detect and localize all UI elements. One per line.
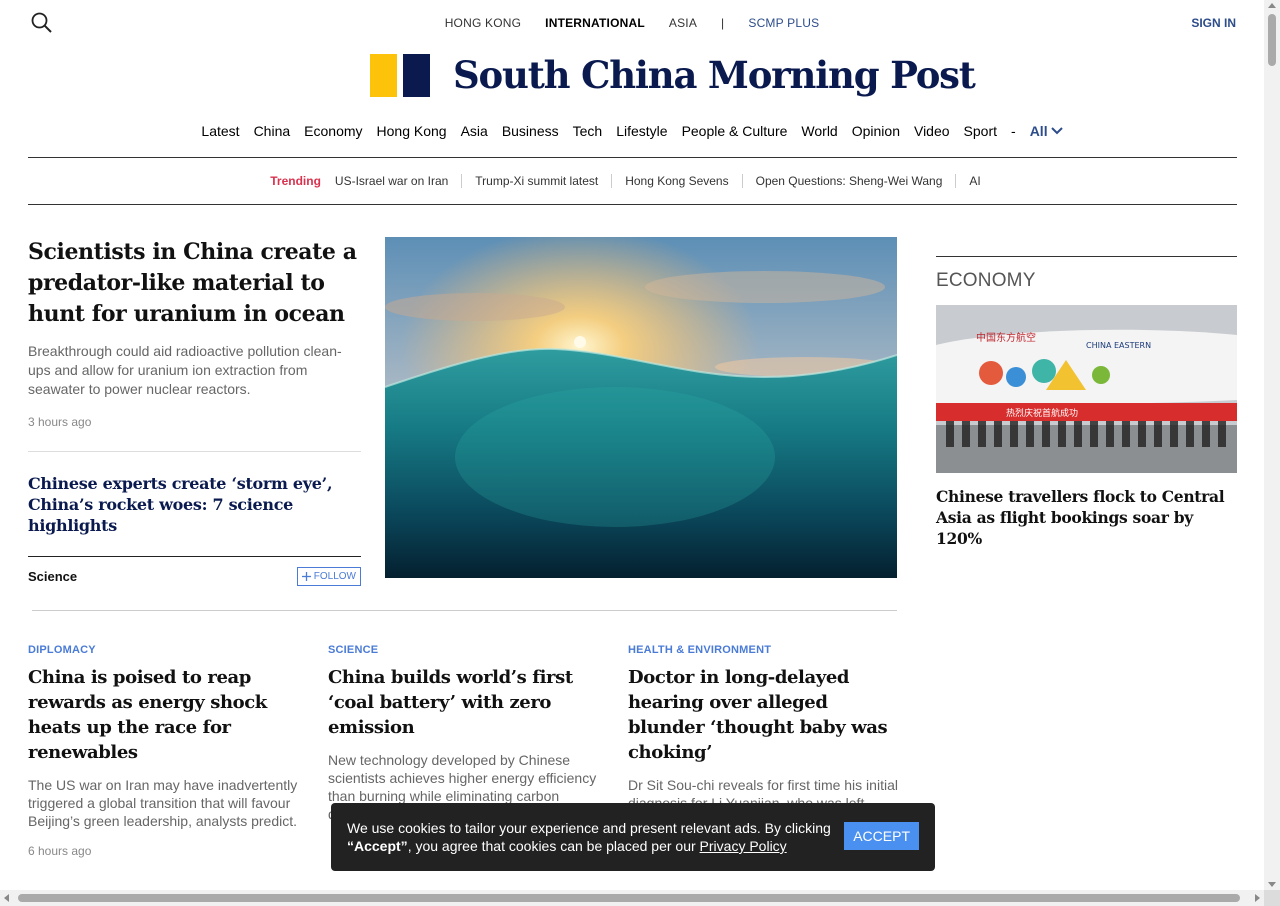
accept-cookies-button[interactable]: ACCEPT [844, 822, 919, 850]
topic-divider [28, 556, 361, 557]
trending-item[interactable]: Hong Kong Sevens [612, 174, 743, 188]
trending-divider-bottom [28, 204, 1237, 205]
edition-separator: | [721, 16, 725, 30]
card-section-label[interactable]: SCIENCE [328, 644, 598, 656]
vertical-scroll-thumb[interactable] [1268, 14, 1276, 66]
logo-navy-block [403, 53, 430, 97]
privacy-policy-link[interactable]: Privacy Policy [700, 838, 787, 854]
nav-item-asia[interactable]: Asia [461, 123, 488, 139]
trending-item[interactable]: AI [956, 174, 993, 188]
nav-divider-top [28, 157, 1237, 158]
card-headline[interactable]: China is poised to reap rewards as energ… [28, 665, 298, 765]
horizontal-scroll-thumb[interactable] [18, 894, 1240, 902]
lead-image[interactable] [385, 237, 897, 578]
main-nav: Latest China Economy Hong Kong Asia Busi… [0, 123, 1264, 139]
nav-item-video[interactable]: Video [914, 123, 950, 139]
scmp-plus-link[interactable]: SCMP PLUS [748, 16, 819, 30]
topic-label[interactable]: Science [28, 569, 77, 584]
economy-rule [936, 256, 1237, 257]
story-card: SCIENCE China builds world’s first ‘coal… [328, 644, 598, 823]
edition-international[interactable]: INTERNATIONAL [545, 16, 645, 30]
economy-section-title[interactable]: ECONOMY [936, 270, 1237, 292]
edition-asia[interactable]: ASIA [669, 16, 697, 30]
cookie-banner: We use cookies to tailor your experience… [331, 803, 935, 871]
edition-hong-kong[interactable]: HONG KONG [445, 16, 521, 30]
trending-label: Trending [270, 174, 321, 188]
follow-label: FOLLOW [313, 571, 356, 582]
nav-item-latest[interactable]: Latest [201, 123, 239, 139]
card-summary: The US war on Iran may have inadvertentl… [28, 777, 298, 829]
ocean-sunset-image [385, 237, 897, 578]
lead-summary: Breakthrough could aid radioactive pollu… [28, 343, 342, 397]
card-timestamp: 6 hours ago [28, 844, 92, 858]
airline-cn-text: 中国东方航空 [976, 331, 1036, 344]
trending-item[interactable]: Open Questions: Sheng-Wei Wang [743, 174, 957, 188]
nav-item-sport[interactable]: Sport [964, 123, 997, 139]
cookie-text-start: We use cookies to tailor your experience… [347, 820, 831, 836]
economy-headline[interactable]: Chinese travellers flock to Central Asia… [936, 486, 1237, 549]
economy-module: ECONOMY 中国东方航空 CHINA EASTERN 热烈庆祝首航成功 Ch… [936, 256, 1237, 549]
nav-item-people-culture[interactable]: People & Culture [682, 123, 788, 139]
sign-in-link[interactable]: SIGN IN [1191, 16, 1236, 30]
nav-all-label: All [1029, 123, 1048, 139]
section-divider [32, 610, 897, 611]
scrollbar-corner [1264, 890, 1280, 906]
nav-item-economy[interactable]: Economy [304, 123, 362, 139]
economy-image[interactable]: 中国东方航空 CHINA EASTERN 热烈庆祝首航成功 [936, 305, 1237, 473]
nav-item-china[interactable]: China [254, 123, 291, 139]
cookie-text: We use cookies to tailor your experience… [347, 819, 837, 855]
nav-all-menu[interactable]: All [1030, 123, 1063, 139]
nav-dash: - [1011, 123, 1016, 139]
airline-en-text: CHINA EASTERN [1086, 341, 1151, 350]
related-headline[interactable]: Chinese experts create ‘storm eye’, Chin… [28, 473, 361, 536]
top-bar: HONG KONG INTERNATIONAL ASIA | SCMP PLUS… [0, 0, 1264, 46]
lead-divider [28, 451, 361, 452]
nav-item-hong-kong[interactable]: Hong Kong [377, 123, 447, 139]
card-headline[interactable]: China builds world’s first ‘coal battery… [328, 665, 598, 740]
scroll-right-icon[interactable] [1255, 894, 1260, 902]
card-section-label[interactable]: DIPLOMACY [28, 644, 298, 656]
plus-icon [301, 572, 311, 581]
topic-row: Science FOLLOW [28, 567, 361, 586]
lead-story: Scientists in China create a predator-li… [28, 237, 361, 586]
scroll-up-icon[interactable] [1268, 3, 1276, 8]
cookie-accept-quote: “Accept” [347, 838, 408, 854]
nav-item-tech[interactable]: Tech [573, 123, 603, 139]
nav-item-world[interactable]: World [801, 123, 837, 139]
trending-bar: Trending US-Israel war on Iran Trump-Xi … [0, 174, 1264, 188]
site-logo[interactable]: South China Morning Post [370, 53, 976, 97]
horizontal-scrollbar[interactable] [0, 890, 1264, 906]
logo-yellow-block [370, 53, 397, 97]
plane-crowd-image: 中国东方航空 CHINA EASTERN 热烈庆祝首航成功 [936, 305, 1237, 473]
card-headline[interactable]: Doctor in long-delayed hearing over alle… [628, 665, 898, 765]
lead-headline[interactable]: Scientists in China create a predator-li… [28, 237, 361, 330]
trending-item[interactable]: US-Israel war on Iran [335, 174, 463, 188]
story-card: DIPLOMACY China is poised to reap reward… [28, 644, 298, 858]
nav-item-business[interactable]: Business [502, 123, 559, 139]
follow-button[interactable]: FOLLOW [296, 567, 361, 586]
vertical-scrollbar[interactable] [1264, 0, 1280, 890]
edition-switcher: HONG KONG INTERNATIONAL ASIA | SCMP PLUS [0, 16, 1264, 30]
scroll-left-icon[interactable] [4, 894, 9, 902]
scroll-down-icon[interactable] [1268, 882, 1276, 887]
card-section-label[interactable]: HEALTH & ENVIRONMENT [628, 644, 898, 656]
nav-item-lifestyle[interactable]: Lifestyle [616, 123, 667, 139]
cookie-text-end: , you agree that cookies can be placed p… [407, 838, 700, 854]
lead-timestamp: 3 hours ago [28, 415, 92, 429]
banner-text: 热烈庆祝首航成功 [1006, 407, 1078, 419]
nav-item-opinion[interactable]: Opinion [852, 123, 900, 139]
chevron-down-icon [1050, 127, 1063, 135]
logo-wordmark: South China Morning Post [453, 53, 976, 97]
trending-item[interactable]: Trump-Xi summit latest [462, 174, 613, 188]
